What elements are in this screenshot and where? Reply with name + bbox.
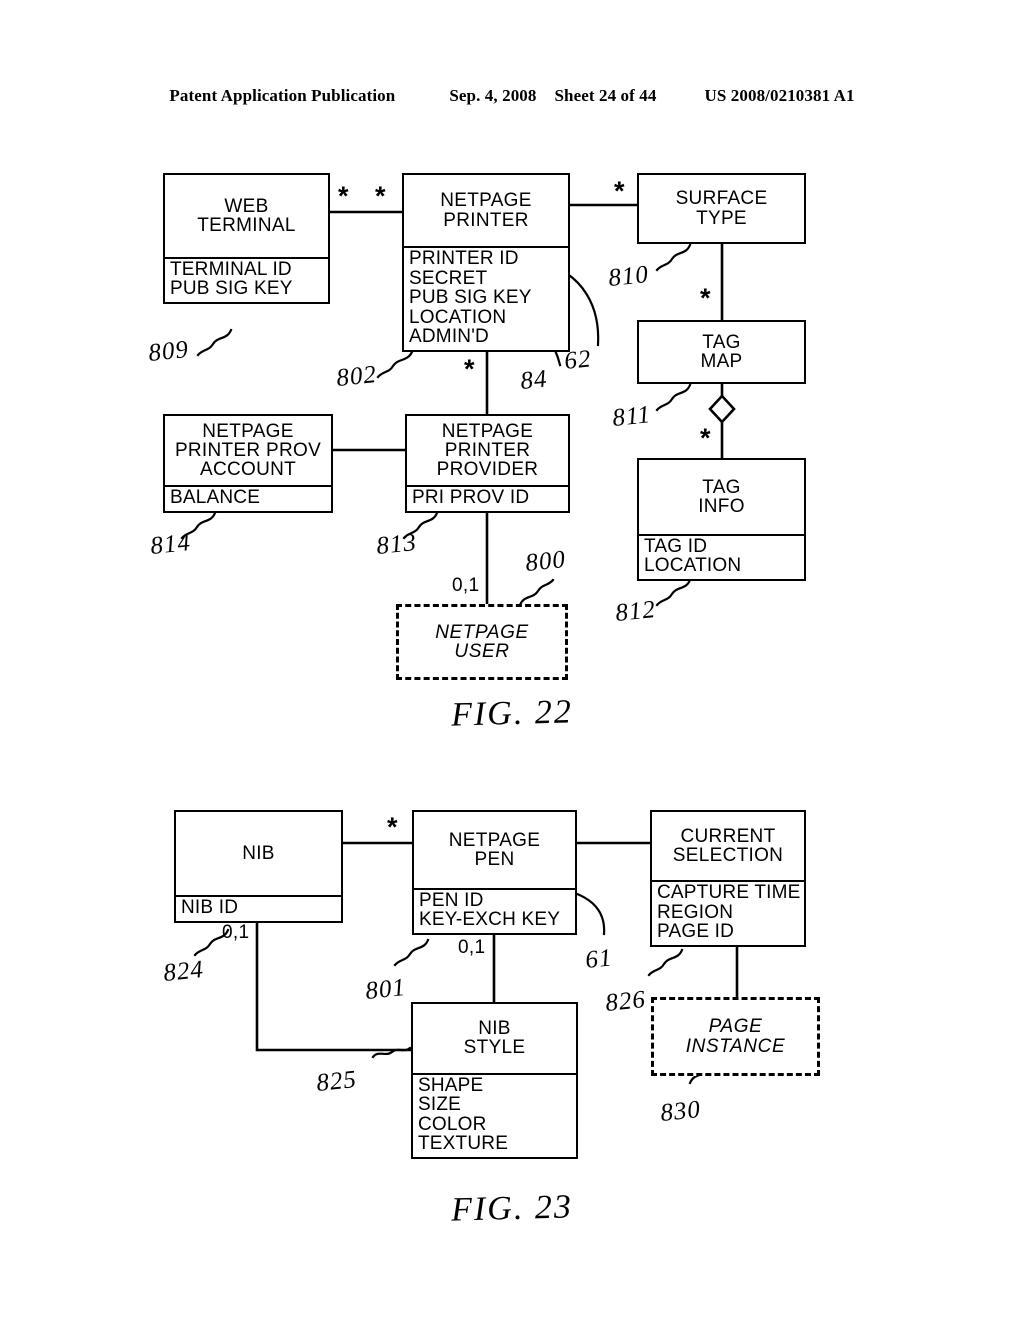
cardinality-nib-style-left: 0,1	[222, 922, 250, 943]
reference-824: 824	[162, 955, 206, 988]
entity-tag-map[interactable]: TAG MAP	[637, 320, 806, 384]
entity-netpage-printer-title: NETPAGE PRINTER	[440, 190, 532, 231]
entity-printer-provider-attributes: PRI PROV ID	[407, 485, 568, 511]
cardinality-web-terminal-printer-right: *	[375, 181, 386, 211]
entity-current-selection-title: CURRENT SELECTION	[672, 825, 784, 867]
entity-tag-info-title: TAG INFO	[698, 476, 745, 517]
reference-830: 830	[659, 1095, 703, 1128]
cardinality-tag-map-tag-info: *	[700, 423, 711, 453]
entity-nib-attributes: NIB ID	[176, 895, 341, 921]
entity-tag-info[interactable]: TAG INFO TAG ID LOCATION	[637, 458, 806, 581]
entity-nib-style-attributes: SHAPE SIZE COLOR TEXTURE	[413, 1072, 576, 1157]
reference-813: 813	[375, 528, 419, 561]
cardinality-printer-provider: *	[464, 354, 475, 384]
cardinality-provider-user: 0,1	[452, 575, 480, 596]
entity-surface-type-title: SURFACE TYPE	[675, 188, 768, 229]
entity-web-terminal[interactable]: WEB TERMINAL TERMINAL ID PUB SIG KEY	[163, 173, 330, 304]
entity-page-instance[interactable]: PAGE INSTANCE	[651, 997, 820, 1076]
reference-802: 802	[335, 360, 379, 393]
entity-current-selection[interactable]: CURRENT SELECTION CAPTURE TIME REGION PA…	[650, 810, 806, 947]
entity-prov-account-title: NETPAGE PRINTER PROV ACCOUNT	[174, 420, 322, 481]
reference-825: 825	[315, 1065, 359, 1098]
reference-809: 809	[147, 335, 191, 368]
entity-netpage-user-title: NETPAGE USER	[435, 621, 529, 662]
entity-netpage-printer-provider[interactable]: NETPAGE PRINTER PROVIDER PRI PROV ID	[405, 414, 570, 513]
reference-801: 801	[364, 973, 408, 1006]
figure-23-caption: FIG. 23	[450, 1188, 574, 1229]
entity-netpage-pen-title: NETPAGE PEN	[448, 829, 541, 870]
entity-tag-map-title: TAG MAP	[700, 331, 743, 372]
cardinality-web-terminal-printer-left: *	[338, 181, 349, 211]
reference-800: 800	[524, 545, 568, 578]
reference-812: 812	[614, 595, 658, 628]
entity-current-selection-attributes: CAPTURE TIME REGION PAGE ID	[652, 880, 804, 945]
reference-826: 826	[604, 985, 648, 1018]
entity-netpage-printer[interactable]: NETPAGE PRINTER PRINTER ID SECRET PUB SI…	[402, 173, 570, 352]
figure-22-caption: FIG. 22	[450, 693, 574, 734]
entity-netpage-printer-prov-account[interactable]: NETPAGE PRINTER PROV ACCOUNT BALANCE	[163, 414, 333, 513]
entity-prov-account-attributes: BALANCE	[165, 485, 331, 511]
entity-nib-style[interactable]: NIB STYLE SHAPE SIZE COLOR TEXTURE	[411, 1002, 578, 1159]
entity-nib-title: NIB	[242, 843, 275, 865]
entity-surface-type[interactable]: SURFACE TYPE	[637, 173, 806, 244]
diagram-canvas: WEB TERMINAL TERMINAL ID PUB SIG KEY NET…	[0, 0, 1024, 1320]
cardinality-surface-type-tag-map: *	[700, 283, 711, 313]
reference-62: 62	[563, 345, 593, 376]
reference-811: 811	[611, 401, 653, 433]
entity-printer-provider-title: NETPAGE PRINTER PROVIDER	[436, 420, 539, 481]
cardinality-nib-pen: *	[387, 812, 398, 842]
entity-web-terminal-attributes: TERMINAL ID PUB SIG KEY	[165, 256, 328, 302]
entity-netpage-user[interactable]: NETPAGE USER	[396, 604, 568, 680]
entity-web-terminal-title: WEB TERMINAL	[197, 195, 296, 236]
reference-61: 61	[584, 944, 614, 975]
reference-810: 810	[607, 260, 651, 293]
entity-netpage-pen[interactable]: NETPAGE PEN PEN ID KEY-EXCH KEY	[412, 810, 577, 935]
entity-netpage-printer-attributes: PRINTER ID SECRET PUB SIG KEY LOCATION A…	[404, 246, 568, 350]
entity-tag-info-attributes: TAG ID LOCATION	[639, 533, 804, 579]
entity-nib-style-title: NIB STYLE	[463, 1018, 526, 1059]
entity-netpage-pen-attributes: PEN ID KEY-EXCH KEY	[414, 887, 575, 933]
reference-814: 814	[149, 528, 193, 561]
cardinality-printer-surface-type: *	[614, 176, 625, 206]
reference-84: 84	[519, 365, 549, 396]
cardinality-pen-nib-style: 0,1	[458, 937, 486, 958]
entity-nib[interactable]: NIB NIB ID	[174, 810, 343, 923]
entity-page-instance-title: PAGE INSTANCE	[685, 1016, 786, 1057]
